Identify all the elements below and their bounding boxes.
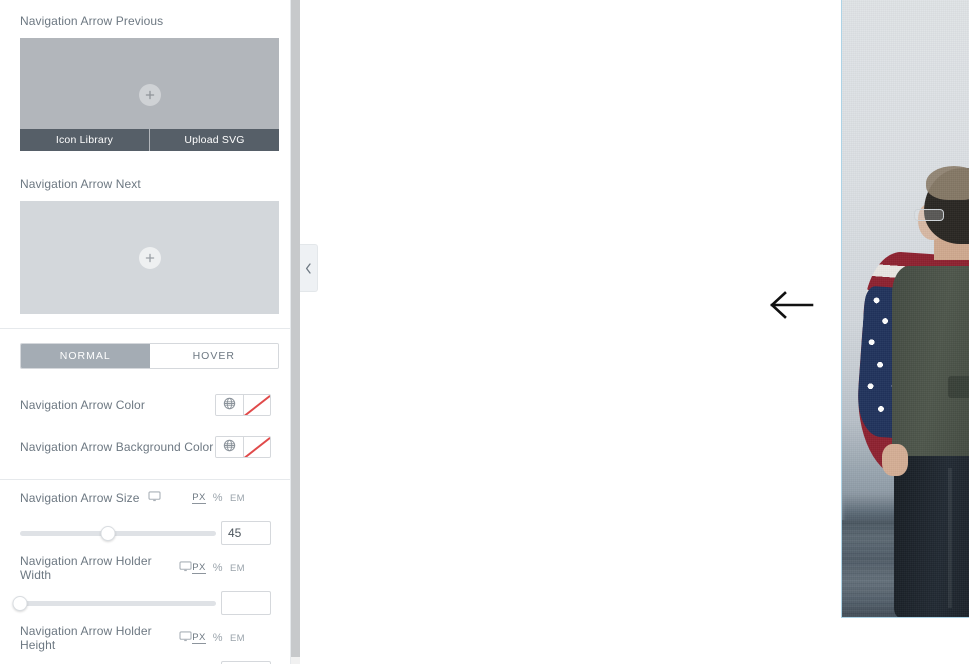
control-navigation-arrow-background-color: Navigation Arrow Background Color: [0, 426, 290, 468]
media-picker-actions: Icon Library Upload SVG: [20, 129, 279, 151]
arrow-left-icon: [770, 291, 814, 319]
control-label: Navigation Arrow Previous: [20, 14, 164, 28]
no-color-swatch-icon[interactable]: [243, 437, 270, 457]
panel-collapse-handle[interactable]: [300, 244, 318, 292]
size-value-input[interactable]: [221, 521, 271, 545]
color-swatch-group: [215, 436, 271, 458]
control-label: Navigation Arrow Size: [20, 491, 140, 505]
unit-px[interactable]: PX: [192, 632, 206, 644]
size-slider[interactable]: [20, 524, 216, 542]
pants: [894, 456, 969, 617]
unit-selector: PX % EM: [192, 562, 271, 574]
control-label: Navigation Arrow Background Color: [20, 440, 214, 454]
upload-svg-button[interactable]: Upload SVG: [149, 129, 279, 151]
control-label: Navigation Arrow Holder Height: [20, 624, 152, 652]
unit-em[interactable]: EM: [230, 563, 245, 574]
color-swatch-group: [215, 394, 271, 416]
slider-knob[interactable]: [12, 595, 28, 611]
editor-screen: Navigation Arrow Previous Icon Library U…: [0, 0, 969, 664]
plus-circle-icon: [138, 83, 161, 106]
desktop-monitor-icon[interactable]: [179, 629, 192, 647]
panel-scroll-content: Navigation Arrow Previous Icon Library U…: [0, 0, 290, 664]
globe-icon-button[interactable]: [216, 395, 243, 415]
icon-library-button[interactable]: Icon Library: [20, 129, 149, 151]
navigation-arrow-preview[interactable]: [768, 288, 814, 322]
control-navigation-arrow-previous: Navigation Arrow Previous Icon Library U…: [0, 0, 290, 151]
jacket: [892, 266, 969, 464]
unit-em[interactable]: EM: [230, 633, 245, 644]
unit-percent[interactable]: %: [213, 492, 223, 504]
globe-icon: [223, 439, 236, 457]
no-color-swatch-icon[interactable]: [243, 395, 270, 415]
section-divider: [0, 328, 290, 329]
globe-icon-button[interactable]: [216, 437, 243, 457]
glasses: [914, 209, 944, 221]
unit-selector: PX % EM: [192, 492, 271, 504]
tab-normal[interactable]: NORMAL: [21, 344, 150, 368]
desktop-monitor-icon[interactable]: [147, 489, 161, 507]
panel-scrollbar-thumb[interactable]: [291, 0, 300, 657]
slider-knob[interactable]: [100, 525, 116, 541]
control-navigation-arrow-size: Navigation Arrow Size PX % EM: [0, 480, 290, 550]
holder-width-slider[interactable]: [12, 594, 216, 612]
unit-px[interactable]: PX: [192, 492, 206, 504]
hand: [882, 444, 908, 476]
person-figure: [852, 166, 969, 617]
control-label: Navigation Arrow Next: [20, 177, 141, 191]
media-picker-previous[interactable]: Icon Library Upload SVG: [20, 38, 279, 151]
control-navigation-arrow-color: Navigation Arrow Color: [0, 384, 290, 426]
control-label: Navigation Arrow Color: [20, 398, 145, 412]
style-settings-panel: Navigation Arrow Previous Icon Library U…: [0, 0, 291, 664]
desktop-monitor-icon[interactable]: [179, 559, 192, 577]
chevron-left-icon: [305, 262, 312, 274]
control-navigation-arrow-holder-height: Navigation Arrow Holder Height PX % EM: [0, 620, 290, 664]
slider-slide-image[interactable]: [841, 0, 969, 618]
control-navigation-arrow-next: Navigation Arrow Next: [0, 163, 290, 314]
plus-circle-icon: [138, 246, 161, 269]
tab-hover[interactable]: HOVER: [149, 344, 278, 368]
unit-px[interactable]: PX: [192, 562, 206, 574]
unit-percent[interactable]: %: [213, 562, 223, 574]
slider-track: [20, 600, 216, 606]
media-picker-next[interactable]: [20, 201, 279, 314]
unit-selector: PX % EM: [192, 632, 271, 644]
holder-width-value-input[interactable]: [221, 591, 271, 615]
unit-percent[interactable]: %: [213, 632, 223, 644]
slider-track: [20, 530, 216, 536]
globe-icon: [223, 397, 236, 415]
control-navigation-arrow-holder-width: Navigation Arrow Holder Width PX % EM: [0, 550, 290, 620]
control-label: Navigation Arrow Holder Width: [20, 554, 152, 582]
unit-em[interactable]: EM: [230, 493, 245, 504]
preview-canvas: [300, 0, 969, 664]
slide-photo: [842, 0, 969, 617]
state-tab-group: NORMAL HOVER: [20, 343, 279, 369]
